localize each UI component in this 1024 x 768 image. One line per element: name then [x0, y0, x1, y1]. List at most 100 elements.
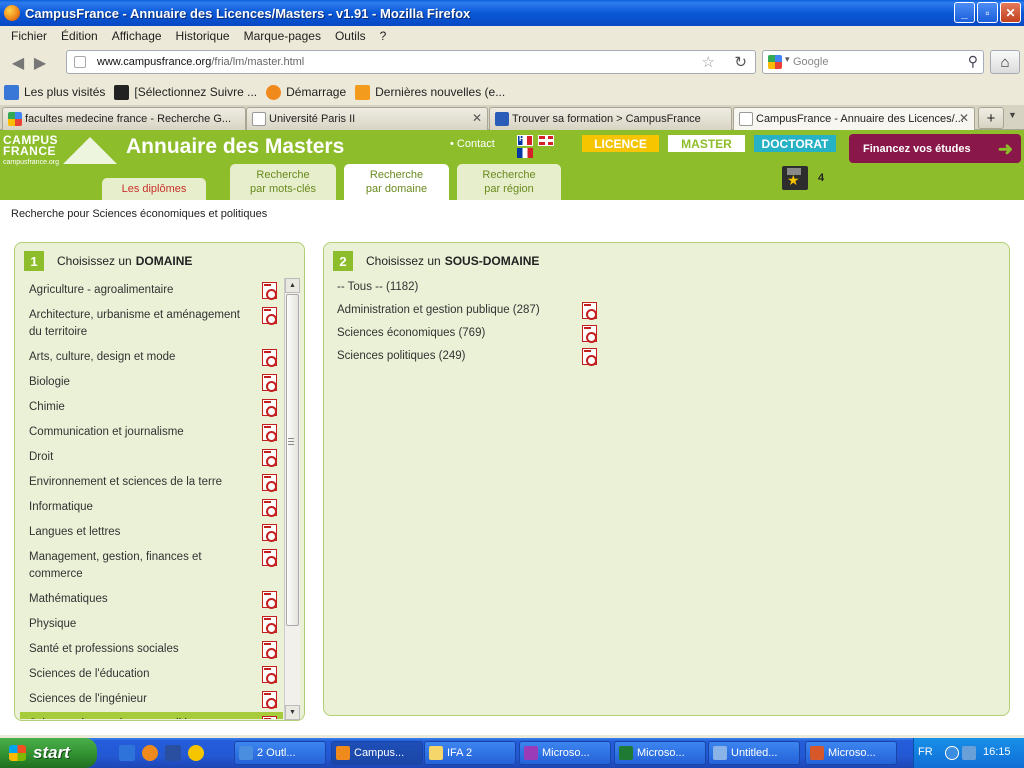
browser-tab-active[interactable]: CampusFrance - Annuaire des Licences/...… — [733, 107, 975, 130]
taskbar-button[interactable]: 2 Outl... — [234, 741, 326, 765]
pdf-icon[interactable] — [582, 348, 597, 366]
sous-domaine-item[interactable]: Sciences économiques (769) — [337, 325, 607, 348]
taskbar-button[interactable]: Microso... — [614, 741, 706, 765]
search-bar[interactable]: ▾ Google ⚲ — [762, 50, 984, 74]
sous-domaine-item[interactable]: Administration et gestion publique (287) — [337, 302, 607, 325]
firefox-icon[interactable] — [142, 745, 158, 761]
pdf-icon[interactable] — [262, 666, 277, 684]
selection-cart-icon[interactable]: ★ — [781, 162, 809, 192]
tray-chevron-icon[interactable] — [945, 746, 959, 760]
domaine-item[interactable]: Chimie — [20, 395, 283, 420]
reload-icon[interactable]: ↻ — [734, 53, 747, 71]
taskbar-button[interactable]: IFA 2 — [424, 741, 516, 765]
home-button[interactable]: ⌂ — [990, 50, 1020, 74]
licence-button[interactable]: LICENCE — [582, 135, 659, 152]
tab-list-chevron-icon[interactable]: ▼ — [1008, 110, 1017, 120]
pdf-icon[interactable] — [262, 399, 277, 417]
campusfrance-logo[interactable]: CAMPUS FRANCE campusfrance.org — [3, 134, 118, 173]
bookmark-item[interactable]: Démarrage — [266, 84, 346, 100]
taskbar-button[interactable]: Microso... — [805, 741, 897, 765]
menu-aide[interactable]: ? — [375, 29, 392, 43]
google-search-engine-icon[interactable] — [768, 55, 782, 69]
domaine-item[interactable]: Management, gestion, finances et commerc… — [20, 545, 283, 587]
pdf-icon[interactable] — [262, 449, 277, 467]
pdf-icon[interactable] — [262, 524, 277, 542]
media-player-icon[interactable] — [188, 745, 204, 761]
close-button[interactable]: ✕ — [1000, 2, 1021, 23]
chevron-down-icon[interactable]: ▾ — [785, 54, 790, 65]
domaine-item[interactable]: Sciences de l'ingénieur — [20, 687, 283, 712]
financez-vos-etudes-button[interactable]: Financez vos études ➜ — [849, 134, 1021, 163]
domaine-item[interactable]: Sciences de l'éducation — [20, 662, 283, 687]
minimize-button[interactable]: _ — [954, 2, 975, 23]
domaine-list-scrollbar[interactable]: ▲ ▼ — [284, 278, 300, 720]
close-tab-icon[interactable]: ✕ — [959, 111, 969, 125]
search-icon[interactable]: ⚲ — [968, 53, 978, 70]
scrollbar-thumb[interactable] — [286, 294, 299, 626]
pdf-icon[interactable] — [582, 325, 597, 343]
browser-tab[interactable]: Université Paris II ✕ — [246, 107, 488, 130]
pdf-icon[interactable] — [262, 499, 277, 517]
window-titlebar[interactable]: CampusFrance - Annuaire des Licences/Mas… — [0, 0, 1024, 26]
pdf-icon[interactable] — [262, 374, 277, 392]
pdf-icon[interactable] — [262, 424, 277, 442]
pdf-icon[interactable] — [262, 691, 277, 709]
bookmark-item[interactable]: [Sélectionnez Suivre ... — [114, 84, 257, 100]
bookmark-item[interactable]: Dernières nouvelles (e... — [355, 84, 505, 100]
pdf-icon[interactable] — [262, 474, 277, 492]
menu-historique[interactable]: Historique — [171, 29, 235, 43]
taskbar-button[interactable]: Campus... — [331, 741, 423, 765]
tab-recherche-par-region[interactable]: Recherche par région — [457, 164, 561, 200]
domaine-item[interactable]: Agriculture - agroalimentaire — [20, 278, 283, 303]
language-indicator[interactable]: FR — [918, 746, 933, 758]
pdf-icon[interactable] — [262, 349, 277, 367]
menu-edition[interactable]: Édition — [56, 29, 103, 43]
domaine-item[interactable]: Architecture, urbanisme et aménagement d… — [20, 303, 283, 345]
bookmark-item[interactable]: Les plus visités — [4, 84, 105, 100]
domaine-item[interactable]: Biologie — [20, 370, 283, 395]
taskbar-button[interactable]: Untitled... — [708, 741, 800, 765]
bookmark-star-icon[interactable]: ☆ — [702, 53, 715, 71]
master-button[interactable]: MASTER — [668, 135, 745, 152]
back-button[interactable]: ◀ — [7, 52, 29, 74]
taskbar-button[interactable]: Microso... — [519, 741, 611, 765]
menu-marque-pages[interactable]: Marque-pages — [239, 29, 326, 43]
new-tab-button[interactable]: + — [978, 107, 1004, 129]
maximize-button[interactable]: ▫ — [977, 2, 998, 23]
pdf-icon[interactable] — [262, 307, 277, 325]
domaine-item[interactable]: Santé et professions sociales — [20, 637, 283, 662]
close-tab-icon[interactable]: ✕ — [472, 111, 482, 125]
doctorat-button[interactable]: DOCTORAT — [754, 135, 836, 152]
flag-en-icon[interactable] — [538, 135, 554, 146]
tab-recherche-par-domaine[interactable]: Recherche par domaine — [344, 164, 449, 200]
browser-tab[interactable]: Trouver sa formation > CampusFrance — [489, 107, 732, 130]
domaine-item[interactable]: Droit — [20, 445, 283, 470]
start-button[interactable]: start — [0, 738, 97, 768]
pdf-icon[interactable] — [262, 591, 277, 609]
tab-les-diplomes[interactable]: Les diplômes — [102, 178, 206, 200]
url-bar[interactable]: www.campusfrance.org /fria/lm/master.htm… — [66, 50, 756, 74]
sous-domaine-item[interactable]: -- Tous -- (1182) — [337, 279, 607, 302]
domaine-item[interactable]: Environnement et sciences de la terre — [20, 470, 283, 495]
pdf-icon[interactable] — [262, 716, 277, 719]
domaine-item[interactable]: Mathématiques — [20, 587, 283, 612]
word-icon[interactable] — [165, 745, 181, 761]
site-identity-icon[interactable] — [74, 56, 86, 68]
flag-french-icon[interactable] — [517, 148, 533, 158]
sous-domaine-item[interactable]: Sciences politiques (249) — [337, 348, 607, 371]
show-desktop-icon[interactable] — [119, 745, 135, 761]
contact-link[interactable]: • Contact — [450, 138, 495, 150]
domaine-item[interactable]: Langues et lettres — [20, 520, 283, 545]
pdf-icon[interactable] — [262, 641, 277, 659]
domaine-item[interactable]: Sciences économiques et politiques — [20, 712, 283, 719]
browser-tab[interactable]: facultes medecine france - Recherche G..… — [2, 107, 246, 130]
forward-button[interactable]: ▶ — [29, 52, 51, 74]
tab-recherche-par-mots-cles[interactable]: Recherche par mots-clés — [230, 164, 336, 200]
domaine-item[interactable]: Arts, culture, design et mode — [20, 345, 283, 370]
domaine-list[interactable]: Agriculture - agroalimentaire Architectur… — [20, 278, 285, 719]
pdf-icon[interactable] — [262, 549, 277, 567]
scroll-up-icon[interactable]: ▲ — [285, 278, 300, 293]
pdf-icon[interactable] — [262, 616, 277, 634]
pdf-icon[interactable] — [262, 282, 277, 300]
domaine-item[interactable]: Communication et journalisme — [20, 420, 283, 445]
